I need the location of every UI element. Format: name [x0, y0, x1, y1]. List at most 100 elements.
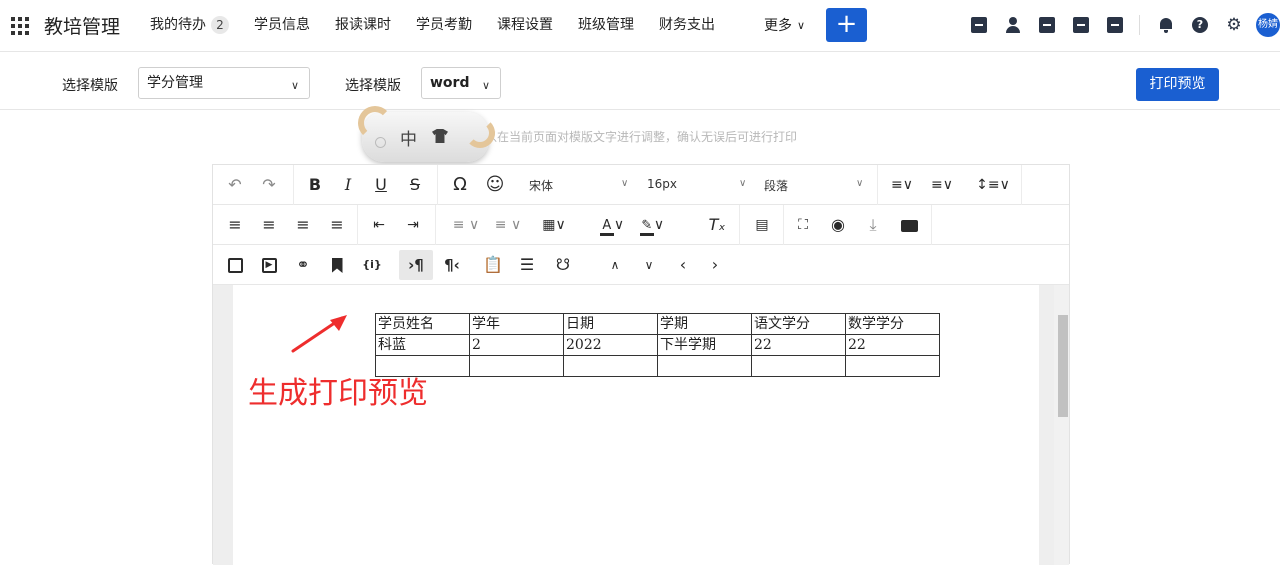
skin-icon[interactable]	[432, 129, 448, 143]
calendar-check-icon[interactable]	[971, 17, 987, 33]
indent-icon[interactable]: ⇥	[403, 215, 423, 235]
table-header-cell[interactable]: 日期	[563, 313, 658, 335]
widget-ring-decoration	[465, 118, 495, 148]
numbered-list-icon[interactable]: ≡ ∨	[447, 215, 485, 235]
table-cell[interactable]: 2	[469, 334, 564, 356]
table-header-cell[interactable]: 数学学分	[845, 313, 940, 335]
clear-format-icon[interactable]: Tₓ	[707, 215, 727, 235]
align-justify-icon[interactable]: ≡	[327, 215, 347, 235]
font-color-icon[interactable]: A ∨	[597, 215, 627, 236]
bullet-list-icon[interactable]: ≡ ∨	[489, 215, 527, 235]
table-row	[375, 355, 940, 377]
chevron-right-icon[interactable]: ›	[707, 255, 723, 275]
redo-icon[interactable]: ↷	[259, 175, 279, 195]
ltr-direction-icon[interactable]: ›¶	[399, 250, 433, 280]
table-header-cell[interactable]: 学员姓名	[375, 313, 470, 335]
table-header-cell[interactable]: 语文学分	[751, 313, 846, 335]
image-icon[interactable]	[225, 255, 245, 275]
chevron-down-icon[interactable]: ∨	[641, 255, 657, 275]
chevron-up-icon[interactable]: ∧	[607, 255, 623, 275]
undo-icon[interactable]: ↶	[225, 175, 245, 195]
paragraph-spacing-icon[interactable]: ≡∨	[887, 175, 917, 195]
gear-icon[interactable]: ⚙	[1226, 17, 1242, 34]
avatar[interactable]: 杨婧	[1256, 13, 1280, 37]
horizontal-rule-icon[interactable]: ☰	[517, 255, 537, 275]
clipboard-icon[interactable]: 📋	[483, 255, 503, 275]
table-cell[interactable]	[657, 355, 752, 377]
font-family-dropdown[interactable]: 宋体 ∨	[529, 177, 649, 194]
line-height-icon[interactable]: ↕≡∨	[975, 175, 1011, 195]
format-select-value: word	[430, 75, 470, 91]
highlight-color-icon[interactable]: ✎ ∨	[637, 215, 667, 236]
align-center-icon[interactable]: ≡	[259, 215, 279, 235]
nav-item-todo[interactable]: 我的待办 2	[150, 15, 229, 35]
divider	[931, 205, 932, 245]
nav-item-course-settings[interactable]: 课程设置	[497, 15, 553, 35]
page-break-icon[interactable]: ▤	[751, 215, 773, 235]
print-icon[interactable]	[899, 215, 919, 235]
chevron-left-icon[interactable]: ‹	[675, 255, 691, 275]
download-icon[interactable]: ⤓	[863, 215, 883, 235]
emoji-icon[interactable]: ☺	[485, 175, 505, 195]
bold-icon[interactable]: B	[305, 175, 325, 195]
add-button[interactable]: +	[826, 8, 867, 42]
template-select[interactable]: 学分管理 ∨	[138, 67, 310, 99]
table-cell[interactable]: 2022	[563, 334, 658, 356]
table-cell[interactable]	[751, 355, 846, 377]
italic-icon[interactable]: I	[338, 175, 358, 195]
paragraph-dropdown[interactable]: 段落 ∨	[764, 177, 874, 194]
nav-item-attendance[interactable]: 学员考勤	[416, 15, 472, 35]
nav-item-finance[interactable]: 财务支出	[659, 15, 715, 35]
strikethrough-icon[interactable]: S	[405, 175, 425, 195]
video-icon[interactable]: ▶	[259, 255, 279, 275]
rtl-direction-icon[interactable]: ¶‹	[439, 255, 465, 275]
special-character-icon[interactable]: Ω	[449, 175, 471, 195]
link-icon[interactable]: ⚭	[293, 255, 313, 275]
divider	[437, 165, 438, 205]
bell-icon[interactable]	[1158, 17, 1174, 33]
divider	[1021, 165, 1022, 205]
chevron-down-icon: ∨	[290, 79, 299, 92]
template-select-value: 学分管理	[147, 75, 203, 91]
toolbar-row-2: ≡ ≡ ≡ ≡ ⇤ ⇥ ≡ ∨ ≡ ∨ ▦∨ A ∨ ✎ ∨ Tₓ ▤ ⛶ ◉ ⤓	[213, 205, 1069, 245]
stamp-icon[interactable]: ☋	[553, 255, 573, 275]
phone-icon[interactable]	[1073, 17, 1089, 33]
document-page[interactable]: 学员姓名 学年 日期 学期 语文学分 数学学分 科蓝 2 2022 下半学期 2…	[233, 285, 1039, 565]
table-cell[interactable]: 22	[845, 334, 940, 356]
calendar-icon[interactable]	[1107, 17, 1123, 33]
table-cell[interactable]	[845, 355, 940, 377]
scrollbar-thumb[interactable]	[1058, 315, 1068, 417]
table-cell[interactable]: 科蓝	[375, 334, 470, 356]
table-cell[interactable]: 下半学期	[657, 334, 752, 356]
format-select[interactable]: word ∨	[421, 67, 501, 99]
nav-item-enrolled-hours[interactable]: 报读课时	[335, 15, 391, 35]
annotation-arrow	[291, 315, 347, 353]
table-icon[interactable]: ▦∨	[535, 215, 573, 235]
input-method-widget[interactable]: 中	[358, 106, 495, 162]
table-cell[interactable]: 22	[751, 334, 846, 356]
line-spacing-icon[interactable]: ≡∨	[927, 175, 957, 195]
bookmark-icon[interactable]	[327, 255, 347, 275]
help-icon[interactable]: ?	[1192, 17, 1208, 33]
table-cell[interactable]	[469, 355, 564, 377]
preview-eye-icon[interactable]: ◉	[827, 215, 849, 235]
more-menu[interactable]: 更多 ∨	[764, 15, 805, 35]
table-header-cell[interactable]: 学期	[657, 313, 752, 335]
credit-table[interactable]: 学员姓名 学年 日期 学期 语文学分 数学学分 科蓝 2 2022 下半学期 2…	[375, 313, 940, 377]
table-header-cell[interactable]: 学年	[469, 313, 564, 335]
outdent-icon[interactable]: ⇤	[369, 215, 389, 235]
template-variable-icon[interactable]: {i}	[359, 255, 385, 275]
print-preview-button[interactable]: 打印预览	[1136, 68, 1219, 101]
fullscreen-icon[interactable]: ⛶	[793, 215, 813, 235]
font-size-dropdown[interactable]: 16px ∨	[647, 177, 753, 191]
nav-item-student-info[interactable]: 学员信息	[254, 15, 310, 35]
align-right-icon[interactable]: ≡	[293, 215, 313, 235]
align-left-icon[interactable]: ≡	[225, 215, 245, 235]
nav-item-class-management[interactable]: 班级管理	[578, 15, 634, 35]
underline-icon[interactable]: U	[371, 175, 391, 195]
document-icon[interactable]	[1039, 17, 1055, 33]
table-cell[interactable]	[563, 355, 658, 377]
app-grid-icon[interactable]	[11, 17, 29, 35]
user-icon[interactable]	[1005, 17, 1021, 33]
ime-mode-label[interactable]: 中	[400, 125, 417, 150]
